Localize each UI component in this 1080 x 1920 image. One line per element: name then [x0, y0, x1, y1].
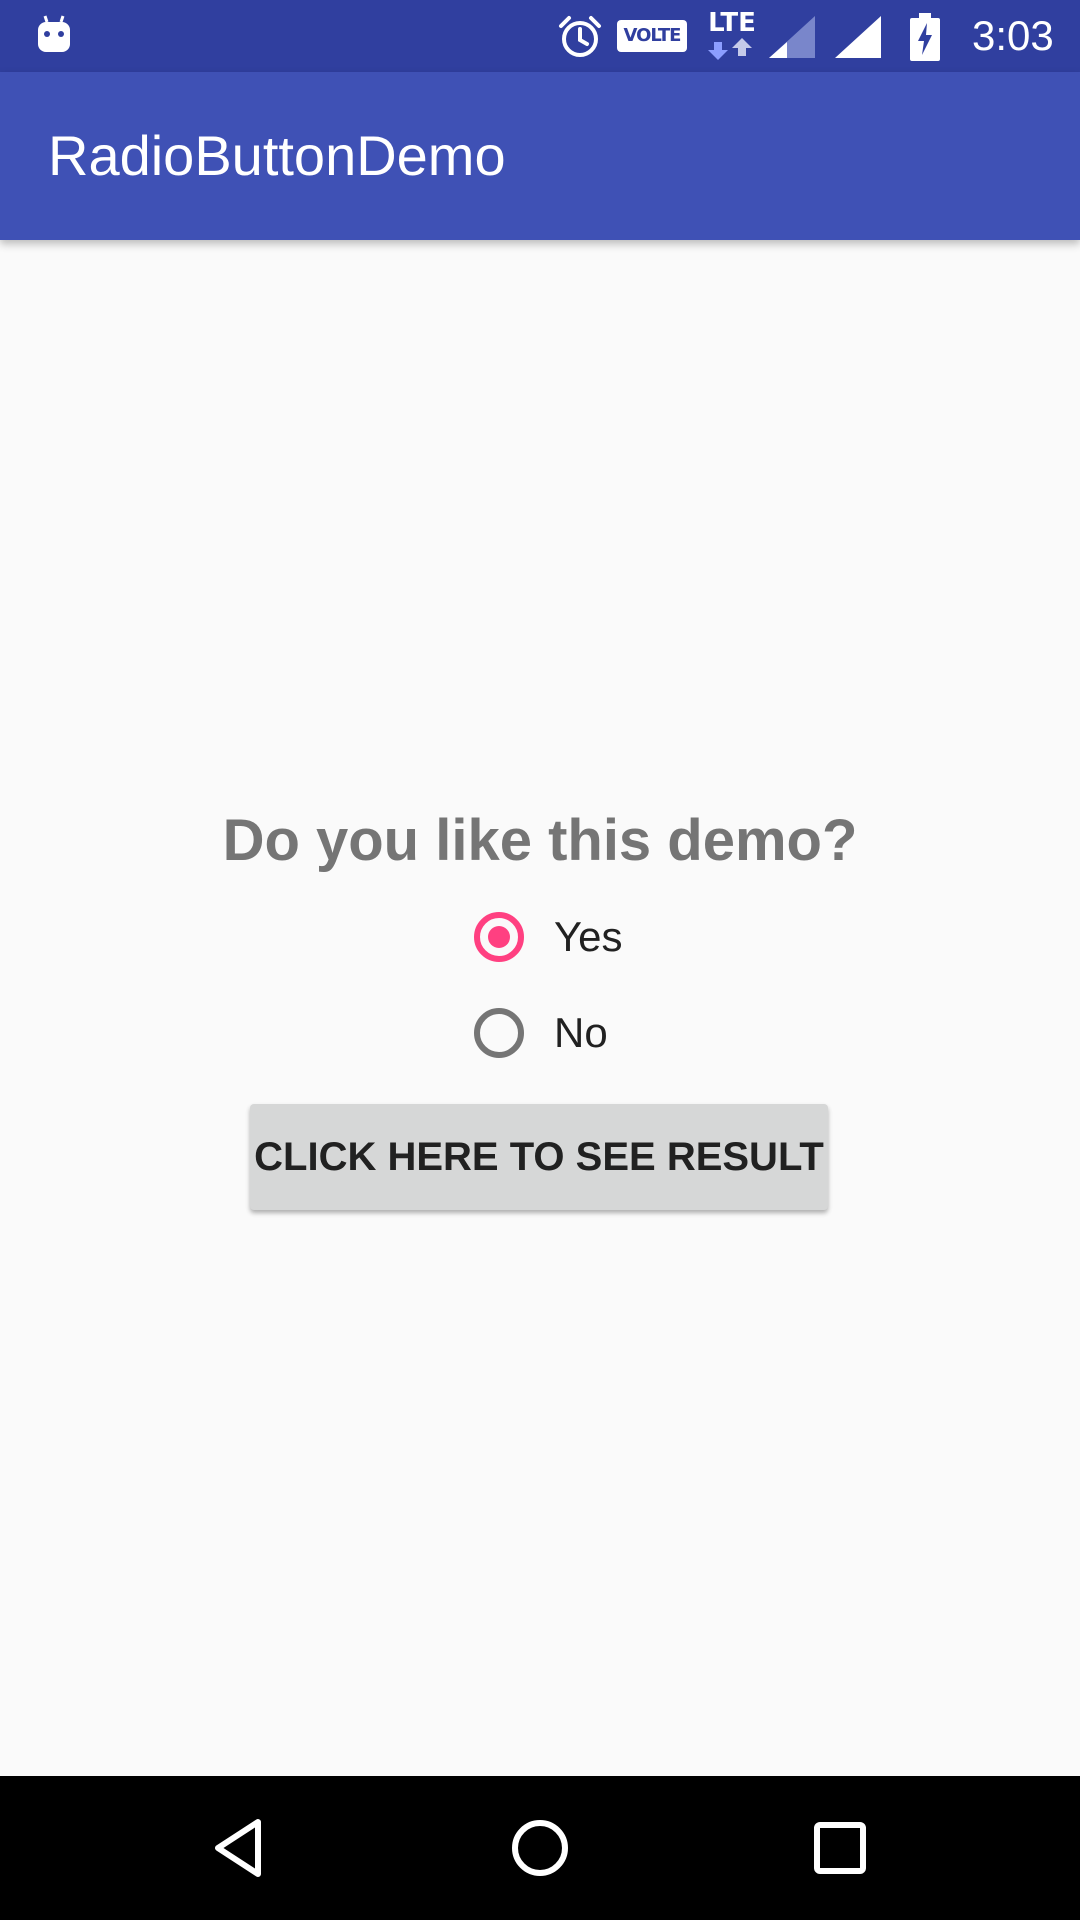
radio-label-no: No [554, 1009, 608, 1056]
question-text: Do you like this demo? [222, 808, 858, 873]
alarm-icon [559, 16, 601, 57]
radio-option-no[interactable]: No [474, 1002, 734, 1074]
clock-text: 3:03 [972, 12, 1054, 59]
signal-icon [835, 16, 881, 58]
recents-icon[interactable] [800, 1808, 880, 1888]
main-content: Do you like this demo? Yes No CLICK HERE… [0, 240, 1080, 1776]
back-icon[interactable] [200, 1808, 280, 1888]
lte-label: LTE [708, 8, 756, 38]
android-icon [38, 15, 70, 52]
app-title: RadioButtonDemo [48, 124, 506, 187]
radio-checked-icon[interactable] [474, 912, 524, 962]
radio-option-yes[interactable]: Yes [474, 906, 734, 978]
status-bar: VOLTE LTE 3:03 [0, 0, 1080, 72]
data-activity-icon [708, 38, 752, 60]
volte-icon: VOLTE [617, 20, 687, 52]
see-result-button[interactable]: CLICK HERE TO SEE RESULT [250, 1104, 828, 1210]
signal-icon [769, 16, 815, 58]
home-icon[interactable] [500, 1808, 580, 1888]
navigation-bar [0, 1776, 1080, 1920]
battery-charging-icon [910, 13, 940, 61]
app-bar: RadioButtonDemo [0, 72, 1080, 240]
radio-unchecked-icon[interactable] [474, 1008, 524, 1058]
radio-label-yes: Yes [554, 913, 623, 960]
